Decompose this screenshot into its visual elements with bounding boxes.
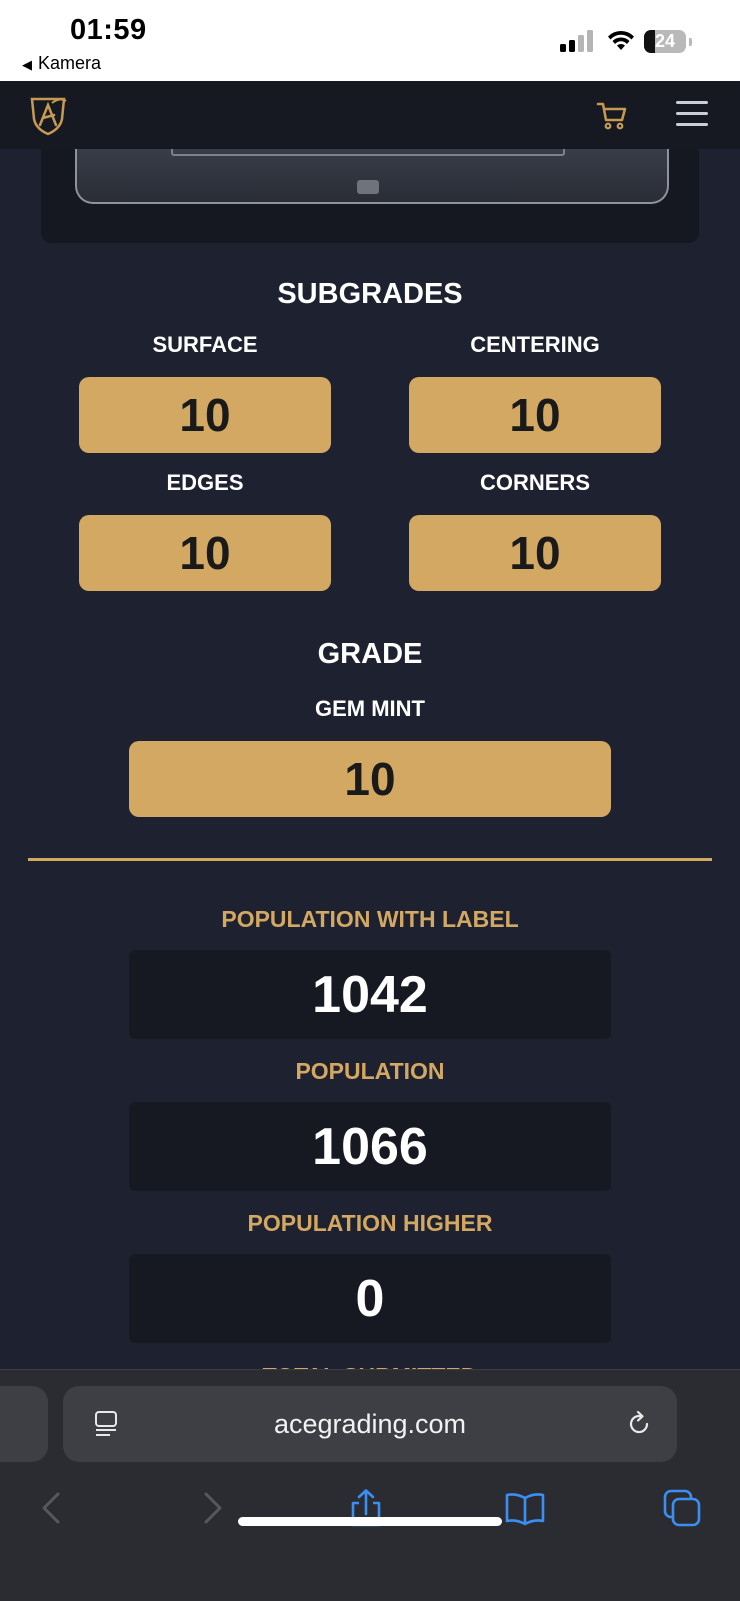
graded-card-slab-image [75,140,669,204]
grade-value: 10 [129,741,611,817]
population-higher-title: POPULATION HIGHER [247,1210,493,1236]
population-with-label-value: 1042 [129,950,611,1039]
back-app-label: Kamera [38,53,102,73]
subgrade-value-edges: 10 [79,515,331,591]
url-text[interactable]: acegrading.com [63,1386,677,1462]
status-time: 01:59 [70,14,147,46]
back-triangle-icon: ◀ [22,57,32,72]
cellular-signal-icon [560,30,594,52]
battery-level: 24 [654,31,676,51]
ace-logo-icon[interactable] [26,93,70,137]
hamburger-menu-icon[interactable] [676,101,708,127]
subgrade-value-corners: 10 [409,515,661,591]
grade-title: GRADE [317,638,423,670]
subgrade-label-edges: EDGES [166,470,244,495]
bookmarks-icon[interactable] [504,1488,546,1528]
cart-icon[interactable] [596,99,628,131]
subgrade-value-surface: 10 [79,377,331,453]
site-header [0,81,740,149]
wifi-icon [608,30,634,50]
grade-label: GEM MINT [315,696,425,721]
battery-icon: 24 [644,30,692,53]
subgrade-label-centering: CENTERING [470,332,600,357]
home-indicator[interactable] [238,1517,502,1526]
back-to-app-link[interactable]: ◀ Kamera [22,53,101,74]
tabs-icon[interactable] [662,1488,702,1528]
population-higher-value: 0 [129,1254,611,1343]
subgrade-value-centering: 10 [409,377,661,453]
subgrade-label-corners: CORNERS [479,470,590,495]
subgrade-label-surface: SURFACE [152,332,258,357]
back-arrow-icon[interactable] [34,1488,70,1528]
browser-toolbar: acegrading.com [0,1369,740,1601]
population-with-label-title: POPULATION WITH LABEL [221,906,519,932]
previous-tab-preview[interactable] [0,1386,48,1462]
section-divider [28,858,712,861]
population-title: POPULATION [295,1058,445,1084]
reload-icon[interactable] [625,1410,653,1438]
address-bar[interactable]: acegrading.com [63,1386,677,1462]
forward-arrow-icon[interactable] [194,1488,230,1528]
ios-status-bar: 01:59 ◀ Kamera 24 [0,0,740,81]
subgrades-title: SUBGRADES [277,278,463,310]
population-value: 1066 [129,1102,611,1191]
